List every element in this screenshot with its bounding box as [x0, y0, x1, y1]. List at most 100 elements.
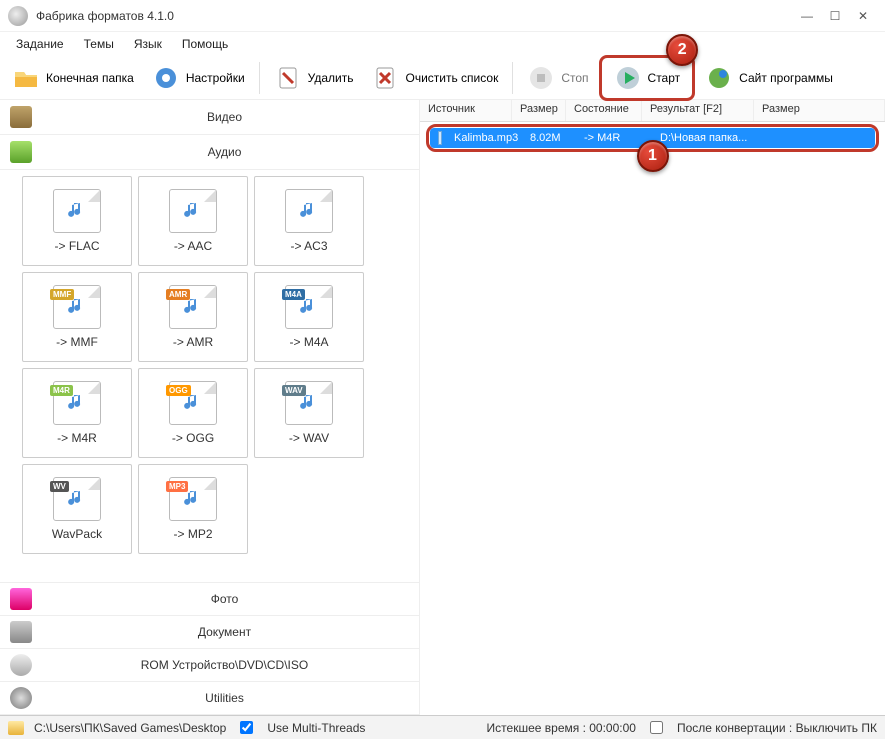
toolbar-separator: [512, 62, 513, 94]
document-icon: [10, 621, 32, 643]
format-thumb-icon: [169, 189, 217, 233]
table-header: Источник Размер Состояние Результат [F2]…: [420, 100, 885, 122]
clear-icon: [371, 64, 399, 92]
format-item[interactable]: -> AAC: [138, 176, 248, 266]
toolbar-separator: [259, 62, 260, 94]
clear-label: Очистить список: [405, 71, 498, 85]
stop-button[interactable]: Стоп: [519, 60, 596, 96]
category-photo[interactable]: Фото: [0, 583, 419, 616]
status-folder-icon[interactable]: [8, 721, 24, 735]
format-thumb-icon: AMR: [169, 285, 217, 329]
multithreads-checkbox[interactable]: [240, 721, 253, 734]
format-item[interactable]: M4R-> M4R: [22, 368, 132, 458]
close-button[interactable]: ✕: [849, 6, 877, 26]
menu-themes[interactable]: Темы: [76, 35, 122, 53]
document-label: Документ: [40, 625, 409, 639]
category-audio[interactable]: Аудио: [0, 135, 419, 170]
format-label: -> WAV: [289, 431, 329, 445]
start-label: Старт: [648, 71, 681, 85]
th-source[interactable]: Источник: [420, 100, 512, 121]
format-label: -> AC3: [290, 239, 327, 253]
category-document[interactable]: Документ: [0, 616, 419, 649]
category-rom[interactable]: ROM Устройство\DVD\CD\ISO: [0, 649, 419, 682]
format-label: -> MMF: [56, 335, 98, 349]
format-item[interactable]: -> AC3: [254, 176, 364, 266]
video-label: Видео: [40, 110, 409, 124]
format-item[interactable]: MMF -> MMF: [22, 272, 132, 362]
format-item[interactable]: OGG -> OGG: [138, 368, 248, 458]
th-state[interactable]: Состояние: [566, 100, 642, 121]
th-size[interactable]: Размер: [512, 100, 566, 121]
format-item[interactable]: WAV-> WAV: [254, 368, 364, 458]
status-path: C:\Users\ПК\Saved Games\Desktop: [34, 721, 226, 735]
output-folder-button[interactable]: Конечная папка: [4, 60, 142, 96]
note-icon: [183, 200, 203, 223]
format-item[interactable]: M4A-> M4A: [254, 272, 364, 362]
format-item[interactable]: WV WavPack: [22, 464, 132, 554]
app-icon: [8, 6, 28, 26]
format-label: WavPack: [52, 527, 102, 541]
delete-button[interactable]: Удалить: [266, 60, 362, 96]
settings-button[interactable]: Настройки: [144, 60, 253, 96]
after-checkbox[interactable]: [650, 721, 663, 734]
rom-label: ROM Устройство\DVD\CD\ISO: [40, 658, 409, 672]
format-badge: MP3: [166, 481, 188, 492]
after-label: После конвертации : Выключить ПК: [677, 721, 877, 735]
output-folder-label: Конечная папка: [46, 71, 134, 85]
format-item[interactable]: MP3-> MP2: [138, 464, 248, 554]
note-icon: [67, 488, 87, 511]
menu-task[interactable]: Задание: [8, 35, 72, 53]
video-icon: [10, 106, 32, 128]
utilities-icon: [10, 687, 32, 709]
format-thumb-icon: [53, 189, 101, 233]
site-button[interactable]: Сайт программы: [697, 60, 841, 96]
category-utilities[interactable]: Utilities: [0, 682, 419, 715]
step-badge-2: 2: [666, 34, 698, 66]
titlebar: Фабрика форматов 4.1.0 — ☐ ✕: [0, 0, 885, 32]
clear-button[interactable]: Очистить список: [363, 60, 506, 96]
format-badge: AMR: [166, 289, 190, 300]
menu-help[interactable]: Помощь: [174, 35, 236, 53]
format-label: -> OGG: [172, 431, 214, 445]
format-badge: WV: [50, 481, 69, 492]
note-icon: [67, 200, 87, 223]
th-result[interactable]: Результат [F2]: [642, 100, 754, 121]
stop-label: Стоп: [561, 71, 588, 85]
audio-label: Аудио: [40, 145, 409, 159]
format-item[interactable]: AMR -> AMR: [138, 272, 248, 362]
cell-size: 8.02M: [524, 132, 578, 144]
category-tabs-top: Видео Аудио: [0, 100, 419, 170]
cell-source: Kalimba.mp3: [448, 132, 524, 144]
start-highlight: Старт 2: [599, 55, 696, 101]
delete-icon: [274, 64, 302, 92]
photo-label: Фото: [40, 592, 409, 606]
minimize-button[interactable]: —: [793, 6, 821, 26]
window-title: Фабрика форматов 4.1.0: [36, 9, 793, 23]
format-label: -> AMR: [173, 335, 213, 349]
photo-icon: [10, 588, 32, 610]
multithreads-label: Use Multi-Threads: [267, 721, 365, 735]
format-badge: MMF: [50, 289, 74, 300]
utilities-label: Utilities: [40, 691, 409, 705]
format-thumb-icon: OGG: [169, 381, 217, 425]
step-badge-1: 1: [637, 140, 669, 172]
menu-language[interactable]: Язык: [126, 35, 170, 53]
category-video[interactable]: Видео: [0, 100, 419, 135]
maximize-button[interactable]: ☐: [821, 6, 849, 26]
format-label: -> M4A: [289, 335, 328, 349]
category-tabs-bottom: Фото Документ ROM Устройство\DVD\CD\ISO …: [0, 583, 419, 715]
format-label: -> M4R: [57, 431, 97, 445]
globe-icon: [705, 64, 733, 92]
site-label: Сайт программы: [739, 71, 833, 85]
th-size2[interactable]: Размер: [754, 100, 885, 121]
format-badge: OGG: [166, 385, 191, 396]
format-scroll[interactable]: -> FLAC -> AAC -> AC3 MMF -> MMF AMR -> AMR M4A…: [0, 170, 419, 583]
format-thumb-icon: WV: [53, 477, 101, 521]
format-item[interactable]: -> FLAC: [22, 176, 132, 266]
right-pane: Источник Размер Состояние Результат [F2]…: [420, 100, 885, 715]
rom-icon: [10, 654, 32, 676]
elapsed-label: Истекшее время : 00:00:00: [487, 721, 636, 735]
main-area: Видео Аудио -> FLAC -> AAC -> AC3 MMF -> MMF…: [0, 100, 885, 715]
format-label: -> FLAC: [54, 239, 99, 253]
folder-icon: [12, 64, 40, 92]
